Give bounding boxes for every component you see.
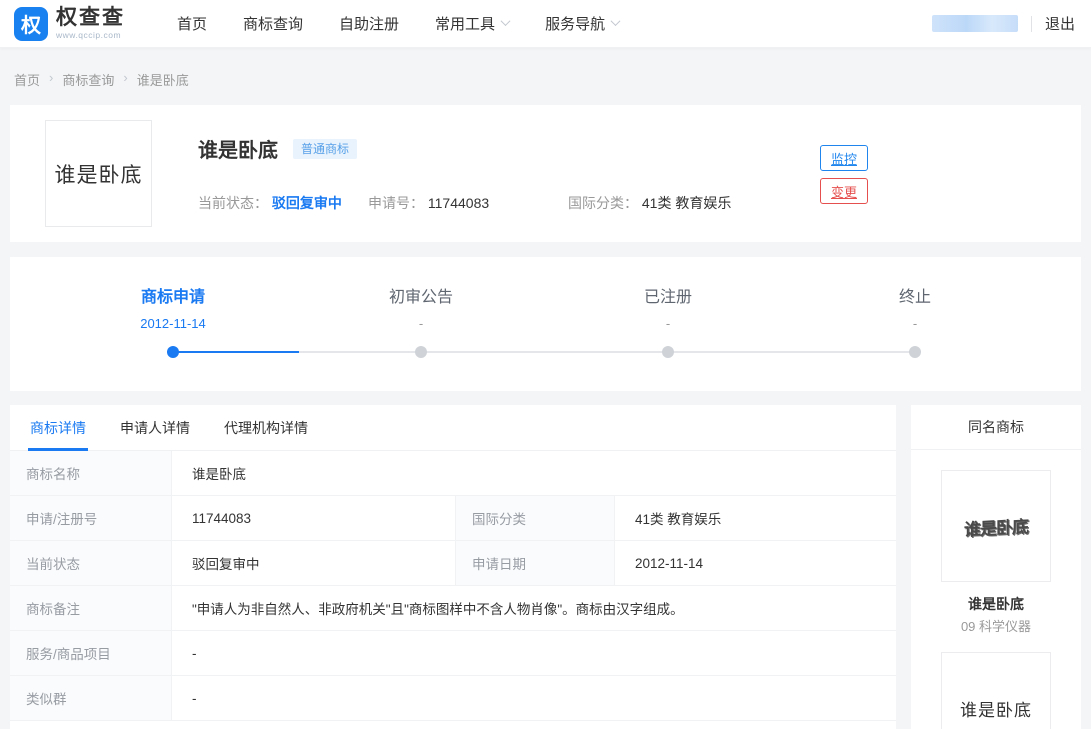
tab-applicant-details[interactable]: 申请人详情: [118, 405, 192, 450]
same-name-trademark-item[interactable]: 谁是卧底 谁是卧底 09 科学仪器: [911, 450, 1081, 636]
divider: [1031, 16, 1032, 32]
status-timeline-card: 商标申请 2012-11-14 初审公告 - 已注册 - 终止 -: [10, 257, 1081, 391]
trademark-type-badge: 普通商标: [293, 139, 357, 159]
timeline-track: [173, 351, 915, 353]
table-row: 服务/商品项目 -: [10, 631, 896, 676]
sidebar-title: 同名商标: [911, 405, 1081, 450]
nav-item-trademark-search[interactable]: 商标查询: [243, 13, 303, 34]
trademark-image: 谁是卧底: [45, 120, 152, 227]
user-account-redacted[interactable]: [932, 15, 1018, 32]
top-navbar: 权 权查查 www.qccip.com 首页 商标查询 自助注册 常用工具 服务…: [0, 0, 1091, 48]
nav-item-common-tools[interactable]: 常用工具: [435, 13, 509, 34]
trademark-thumbnail: 谁是卧底: [941, 652, 1051, 729]
field-current-status: 当前状态： 驳回复审中: [198, 193, 368, 213]
timeline-step-preliminary-publication: 初审公告 -: [336, 287, 506, 358]
nav-item-self-register[interactable]: 自助注册: [339, 13, 399, 34]
table-row: 申请/注册号 11744083 国际分类 41类 教育娱乐: [10, 496, 896, 541]
table-row: 商标备注 "申请人为非自然人、非政府机关"且"商标图样中不含人物肖像"。商标由汉…: [10, 586, 896, 631]
chevron-down-icon: [501, 16, 511, 26]
trademark-header-card: 谁是卧底 谁是卧底 普通商标 当前状态： 驳回复审中 申请号： 11744083…: [10, 105, 1081, 242]
trademark-details-card: 商标详情 申请人详情 代理机构详情 商标名称 谁是卧底 申请/注册号 11744…: [10, 405, 896, 729]
details-tabs: 商标详情 申请人详情 代理机构详情: [10, 405, 896, 451]
table-row: 商标名称 谁是卧底: [10, 451, 896, 496]
timeline-step-registered: 已注册 -: [583, 287, 753, 358]
field-application-number: 申请号： 11744083: [368, 193, 568, 213]
breadcrumb-home[interactable]: 首页: [14, 70, 40, 89]
timeline-step-terminated: 终止 -: [830, 287, 1000, 358]
field-intl-class: 国际分类： 41类 教育娱乐: [568, 193, 731, 213]
timeline-dot: [415, 346, 427, 358]
timeline-step-application: 商标申请 2012-11-14: [88, 287, 258, 358]
table-row: 当前状态 驳回复审中 申请日期 2012-11-14: [10, 541, 896, 586]
breadcrumb-trademark-search[interactable]: 商标查询: [62, 70, 114, 89]
monitor-button[interactable]: 监控: [820, 145, 868, 171]
site-logo[interactable]: 权 权查查 www.qccip.com: [14, 7, 125, 41]
table-row: 类似群 -: [10, 676, 896, 721]
breadcrumb-separator-icon: ›: [123, 70, 127, 85]
site-name: 权查查: [56, 7, 125, 28]
tab-trademark-details[interactable]: 商标详情: [28, 405, 88, 450]
same-name-trademark-item[interactable]: 谁是卧底: [911, 636, 1081, 729]
logout-button[interactable]: 退出: [1045, 13, 1075, 34]
breadcrumb-current: 谁是卧底: [137, 70, 189, 89]
same-name-trademarks-panel: 同名商标 谁是卧底 谁是卧底 09 科学仪器 谁是卧底: [911, 405, 1081, 729]
main-nav: 首页 商标查询 自助注册 常用工具 服务导航: [177, 13, 655, 34]
timeline-dot: [662, 346, 674, 358]
timeline-dot: [909, 346, 921, 358]
site-domain: www.qccip.com: [56, 31, 125, 40]
tab-agency-details[interactable]: 代理机构详情: [222, 405, 310, 450]
status-value: 驳回复审中: [272, 195, 342, 211]
chevron-down-icon: [611, 16, 621, 26]
change-button[interactable]: 变更: [820, 178, 868, 204]
breadcrumb-separator-icon: ›: [49, 70, 53, 85]
nav-item-home[interactable]: 首页: [177, 13, 207, 34]
logo-icon: 权: [14, 7, 48, 41]
trademark-thumbnail: 谁是卧底: [941, 470, 1051, 582]
page-title: 谁是卧底: [198, 134, 278, 163]
trademark-name: 谁是卧底: [911, 595, 1081, 613]
trademark-class: 09 科学仪器: [911, 618, 1081, 636]
breadcrumb: 首页 › 商标查询 › 谁是卧底: [0, 48, 1091, 105]
nav-item-service-nav[interactable]: 服务导航: [545, 13, 619, 34]
timeline-dot-active: [167, 346, 179, 358]
